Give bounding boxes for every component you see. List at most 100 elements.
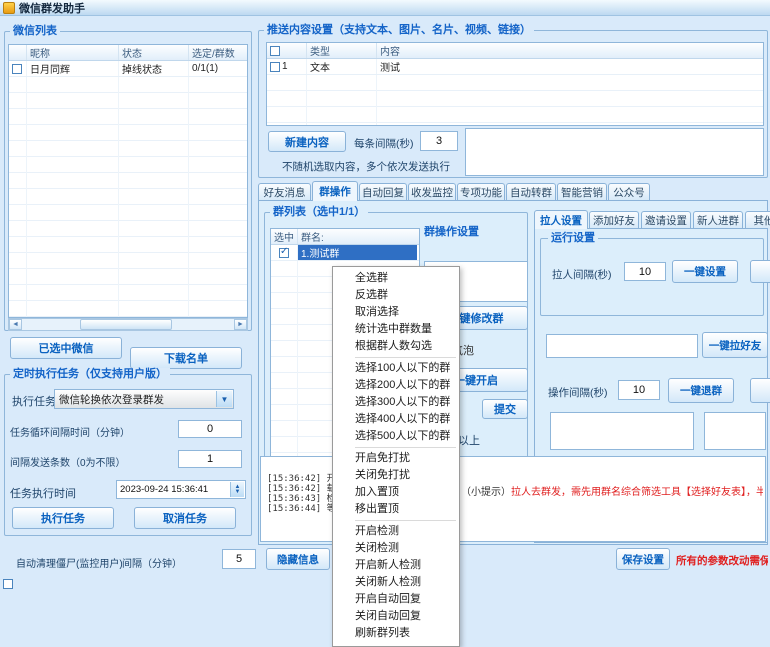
hide-info-button[interactable]: 隐藏信息 xyxy=(266,548,330,570)
content-row-text: 测试 xyxy=(377,59,761,74)
task-box-title: 定时执行任务（仅支持用户版） xyxy=(10,368,170,380)
tab-friend-message[interactable]: 好友消息 xyxy=(258,183,311,201)
above-text: 以上 xyxy=(458,432,480,448)
menu-item[interactable]: 根据群人数勾选 xyxy=(333,338,459,355)
clipped-button[interactable] xyxy=(750,260,770,283)
menu-item[interactable]: 选择100人以下的群 xyxy=(333,360,459,377)
subtab-invite-settings[interactable]: 拉人设置 xyxy=(534,210,588,229)
accounts-col-count: 选定/群数 xyxy=(189,45,247,60)
subtab-other[interactable]: 其他 xyxy=(745,211,770,229)
scroll-right-arrow-icon[interactable]: ► xyxy=(234,319,247,330)
app-icon xyxy=(3,2,15,14)
tab-official-account[interactable]: 公众号 xyxy=(608,183,650,201)
auto-clean-label: 自动清理僵尸(监控用户) xyxy=(16,555,123,570)
content-interval-label: 每条间隔(秒) xyxy=(354,136,414,151)
loop-interval-input[interactable]: 0 xyxy=(178,420,242,438)
submit-button[interactable]: 提交 xyxy=(482,399,528,419)
table-row[interactable]: 1 文本 测试 xyxy=(267,59,763,75)
op-interval-input[interactable]: 10 xyxy=(618,380,660,400)
run-box-title: 运行设置 xyxy=(548,232,598,244)
exec-time-label: 任务执行时间 xyxy=(10,485,76,501)
menu-item[interactable]: 开启自动回复 xyxy=(333,591,459,608)
subtab-newcomer[interactable]: 新人进群 xyxy=(693,211,743,229)
exec-time-value: 2023-09-24 15:36:41 xyxy=(120,484,208,495)
friend-input[interactable] xyxy=(546,334,698,358)
tab-auto-forward[interactable]: 自动转群 xyxy=(506,183,556,201)
menu-item[interactable]: 移出置顶 xyxy=(333,501,459,518)
send-count-input[interactable]: 1 xyxy=(178,450,242,468)
menu-item[interactable]: 反选群 xyxy=(333,287,459,304)
subtab-invite-config[interactable]: 邀请设置 xyxy=(641,211,691,229)
chevron-down-icon[interactable]: ▼ xyxy=(216,391,232,407)
menu-item[interactable]: 统计选中群数量 xyxy=(333,321,459,338)
tab-group-operation[interactable]: 群操作 xyxy=(312,181,358,201)
menu-item[interactable]: 关闭自动回复 xyxy=(333,608,459,625)
content-interval-input[interactable]: 3 xyxy=(420,131,458,151)
content-table: 类型 内容 1 文本 测试 xyxy=(266,42,764,126)
accounts-hscrollbar[interactable]: ◄ ► xyxy=(8,318,248,331)
menu-separator xyxy=(355,447,456,448)
menu-item[interactable]: 刷新群列表 xyxy=(333,625,459,642)
menu-item[interactable]: 全选群 xyxy=(333,270,459,287)
menu-item[interactable]: 关闭新人检测 xyxy=(333,574,459,591)
clipped-button[interactable] xyxy=(750,378,770,403)
quit-group-button[interactable]: 一键退群 xyxy=(668,378,734,403)
menu-item[interactable]: 关闭免打扰 xyxy=(333,467,459,484)
save-settings-button[interactable]: 保存设置 xyxy=(616,548,670,570)
menu-item[interactable]: 选择400人以下的群 xyxy=(333,411,459,428)
auto-clean-checkbox[interactable] xyxy=(3,579,13,589)
tab-special[interactable]: 专项功能 xyxy=(457,183,505,201)
scroll-left-arrow-icon[interactable]: ◄ xyxy=(9,319,22,330)
exec-task-select[interactable]: 微信轮换依次登录群发 ▼ xyxy=(54,389,234,409)
run-task-button[interactable]: 执行任务 xyxy=(12,507,114,529)
pull-interval-label: 拉人间隔(秒) xyxy=(552,267,612,282)
clean-interval-input[interactable]: 5 xyxy=(222,549,256,569)
tab-marketing[interactable]: 智能营销 xyxy=(557,183,607,201)
select-all-checkbox[interactable] xyxy=(270,46,280,56)
content-table-body xyxy=(267,75,763,125)
content-preview-box[interactable] xyxy=(465,128,764,176)
cancel-task-button[interactable]: 取消任务 xyxy=(134,507,236,529)
scrollbar-thumb[interactable] xyxy=(80,319,172,330)
table-row[interactable]: 日月同辉 掉线状态 0/1(1) xyxy=(9,61,247,77)
grouplist-box-title: 群列表（选中1/1） xyxy=(270,206,368,218)
tab-auto-reply[interactable]: 自动回复 xyxy=(359,183,407,201)
menu-item[interactable]: 加入置顶 xyxy=(333,484,459,501)
spinner-icon[interactable]: ▲▼ xyxy=(230,482,244,497)
group-row-name[interactable]: 1.测试群 xyxy=(298,245,417,260)
download-list-button[interactable]: 下载名单 xyxy=(130,347,242,369)
menu-item[interactable]: 关闭检测 xyxy=(333,540,459,557)
accounts-table-header: 昵称 状态 选定/群数 xyxy=(9,45,247,61)
content-row-checkbox[interactable] xyxy=(270,62,280,72)
pull-interval-input[interactable]: 10 xyxy=(624,262,666,281)
warning-text: 所有的参数改动需保存 xyxy=(676,553,768,568)
subtab-add-friend[interactable]: 添加好友 xyxy=(589,211,639,229)
log-tip-text: 拉人去群发，需先用群名综合筛选工具【选择好友表】，半分钟后再设置 xyxy=(511,487,763,498)
selected-wechat-button[interactable]: 已选中微信 xyxy=(10,337,122,359)
tab-monitor[interactable]: 收发监控 xyxy=(408,183,456,201)
content-col-body: 内容 xyxy=(377,43,761,58)
menu-item[interactable]: 选择300人以下的群 xyxy=(333,394,459,411)
content-col-type: 类型 xyxy=(307,43,377,58)
window-title: 微信群发助手 xyxy=(19,0,85,16)
menu-item[interactable]: 开启检测 xyxy=(333,523,459,540)
menu-item[interactable]: 选择200人以下的群 xyxy=(333,377,459,394)
list-box-right[interactable] xyxy=(704,412,766,450)
table-row[interactable]: 1.测试群 xyxy=(271,245,419,261)
pull-friend-button[interactable]: 一键拉好友 xyxy=(702,332,768,358)
account-checkbox[interactable] xyxy=(12,64,22,74)
new-content-button[interactable]: 新建内容 xyxy=(268,131,346,152)
log-tip-prefix: （小提示） xyxy=(461,487,511,498)
content-row-type: 文本 xyxy=(307,59,377,74)
one-key-set-button[interactable]: 一键设置 xyxy=(672,260,738,283)
accounts-col-nickname: 昵称 xyxy=(27,45,119,60)
list-box-left[interactable] xyxy=(550,412,694,450)
group-op-label: 群操作设置 xyxy=(424,223,479,239)
menu-item[interactable]: 开启免打扰 xyxy=(333,450,459,467)
group-row-checkbox[interactable] xyxy=(279,248,289,258)
menu-item[interactable]: 取消选择 xyxy=(333,304,459,321)
exec-time-picker[interactable]: 2023-09-24 15:36:41 ▲▼ xyxy=(116,480,246,499)
menu-item[interactable]: 开启新人检测 xyxy=(333,557,459,574)
send-count-label: 间隔发送条数（0为不限） xyxy=(10,454,126,469)
menu-item[interactable]: 选择500人以下的群 xyxy=(333,428,459,445)
